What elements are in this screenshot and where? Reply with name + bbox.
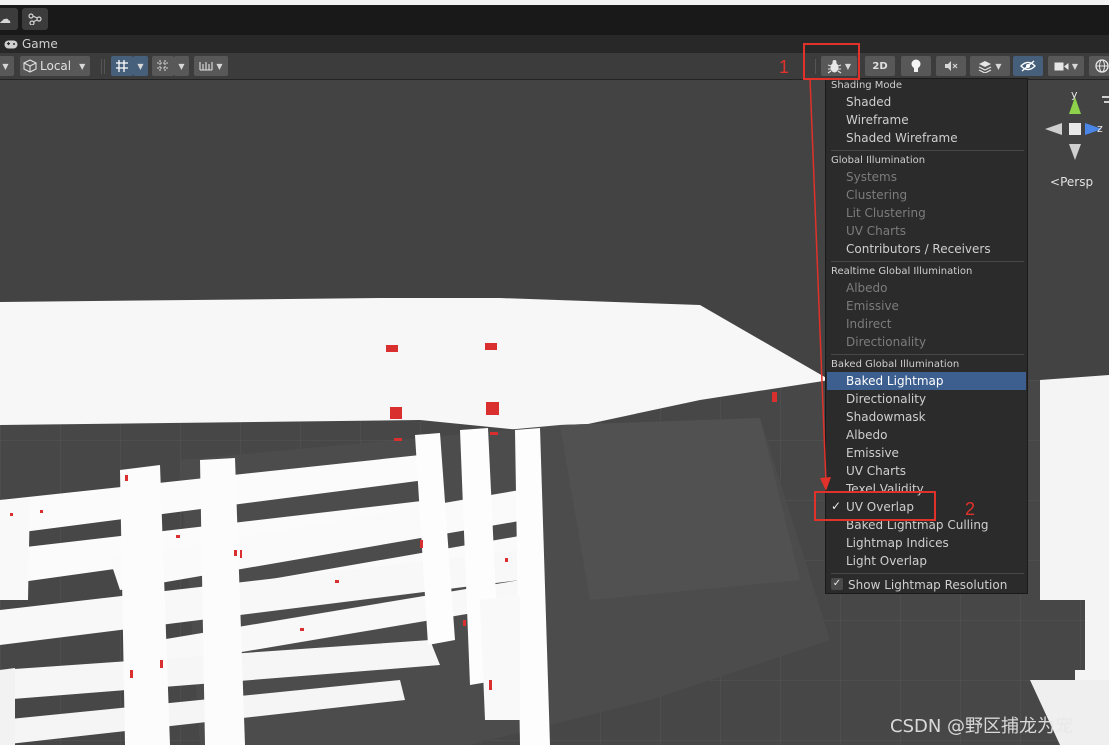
section-header-shading-mode: Shading Mode [831,80,903,91]
cloud-icon[interactable]: ☁ [0,8,18,30]
ruler-button[interactable]: ▼ [194,56,228,76]
menu-item-clustering: Clustering [846,188,908,202]
annotation-step-2: 2 [965,499,976,519]
effects-dropdown[interactable]: ▼ [970,56,1010,76]
menu-item-contributors-receivers[interactable]: Contributors / Receivers [846,240,991,258]
grid-snap-icon [116,60,128,72]
chevron-down-icon: ▼ [79,61,86,71]
view-tab-bar: Game [0,35,1109,53]
menu-item-lightmap-indices[interactable]: Lightmap Indices [846,534,949,552]
gizmos-dropdown[interactable] [1089,56,1109,76]
menu-divider [831,150,1024,151]
svg-text:z: z [1097,122,1103,135]
2d-toggle-button[interactable]: 2D [865,56,895,76]
menu-item-systems: Systems [846,170,897,184]
editor-title-bar: ☁ [0,5,1109,35]
menu-item-light-overlap[interactable]: Light Overlap [846,552,927,570]
tab-game[interactable]: Game [4,36,58,52]
show-lightmap-resolution-label[interactable]: Show Lightmap Resolution [848,576,1007,594]
annotation-step-1: 1 [779,57,790,77]
menu-item-shaded-wireframe[interactable]: Shaded Wireframe [846,129,958,147]
lighting-toggle-button[interactable] [901,56,931,76]
menu-divider [831,261,1024,262]
menu-divider [831,354,1024,355]
menu-item-rt-directionality: Directionality [846,335,927,349]
show-lightmap-resolution-checkbox[interactable]: ✓ [831,578,843,590]
section-header-baked-gi: Baked Global Illumination [831,359,960,370]
annotation-box-draw-mode [803,43,860,80]
scene-visibility-button[interactable] [1013,56,1043,76]
projection-label: Persp [1060,175,1094,189]
globe-icon [1095,59,1109,73]
audio-toggle-button[interactable] [936,56,966,76]
toolbar-divider [104,59,105,74]
ruler-icon [199,62,213,71]
persp-chevron-icon: < [1050,175,1061,189]
menu-item-directionality[interactable]: Directionality [846,390,926,408]
cube-icon [23,59,37,73]
lightbulb-icon [911,59,921,72]
branch-icon [28,13,42,25]
grid-snap-dropdown[interactable]: ▼ [133,56,148,76]
local-dropdown[interactable]: Local ▼ [20,56,90,76]
menu-divider [831,573,1024,574]
menu-item-lit-clustering: Lit Clustering [846,206,926,220]
layers-icon [979,60,992,73]
section-header-global-illumination: Global Illumination [831,155,926,166]
tab-game-label: Game [22,37,58,51]
grid-snap-button[interactable] [111,56,133,76]
annotation-arrow [809,78,831,491]
menu-item-baked-lightmap[interactable]: Baked Lightmap [827,372,1026,390]
svg-text:y: y [1071,92,1078,101]
watermark: CSDN @野区捕龙为宠 [890,716,1074,737]
pivot-dropdown[interactable]: ▼ [0,56,14,76]
speaker-muted-icon [945,61,958,71]
menu-item-shaded[interactable]: Shaded [846,93,891,111]
menu-item-gi-uv-charts: UV Charts [846,224,907,238]
orientation-gizmo[interactable]: y z [1040,88,1109,167]
snap-grid-icon [157,60,169,72]
increment-snap-dropdown[interactable]: ▼ [174,56,189,76]
camera-dropdown[interactable]: ▼ [1048,56,1084,76]
increment-snap-button[interactable] [152,56,174,76]
section-header-realtime-gi: Realtime Global Illumination [831,266,973,277]
local-label: Local [40,59,72,73]
collab-icon[interactable] [22,8,48,30]
menu-item-wireframe[interactable]: Wireframe [846,111,909,129]
menu-item-rt-emissive: Emissive [846,299,899,313]
menu-item-rt-albedo: Albedo [846,281,888,295]
toolbar-divider [101,59,102,74]
scene-toolbar: ▼ Local ▼ ▼ ▼ ▼ ▼ 2D ▼ ▼ [0,53,1109,80]
projection-toggle[interactable]: <Persp [1050,175,1093,189]
camera-icon [1054,62,1069,70]
menu-item-rt-indirect: Indirect [846,317,892,331]
eye-hidden-icon [1020,60,1036,72]
gamepad-icon [4,40,18,48]
menu-item-albedo[interactable]: Albedo [846,426,888,444]
menu-item-shadowmask[interactable]: Shadowmask [846,408,926,426]
menu-item-emissive[interactable]: Emissive [846,444,899,462]
menu-item-uv-charts[interactable]: UV Charts [846,462,906,480]
axis-gizmo-icon: y z [1045,88,1109,160]
